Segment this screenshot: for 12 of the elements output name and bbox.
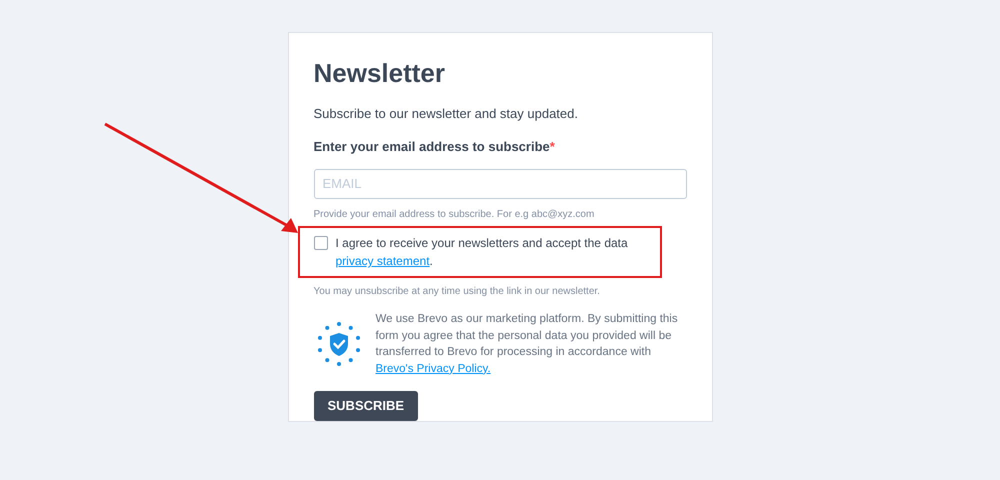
intro-text: Subscribe to our newsletter and stay updated. [314,104,579,123]
email-label: Enter your email address to subscribe* [314,138,556,156]
form-title: Newsletter [314,57,446,90]
unsubscribe-note: You may unsubscribe at any time using the link in our newsletter. [314,285,601,300]
consent-checkbox[interactable] [314,236,328,250]
privacy-statement-link[interactable]: privacy statement [336,254,430,268]
email-field[interactable]: EMAIL [314,168,686,200]
privacy-policy-link[interactable]: Brevo's Privacy Policy. [376,362,491,375]
consent-text: I agree to receive your newsletters and accept the data privacy statement. [336,235,629,270]
platform-note: We use Brevo as our marketing platform. By submitting this form you agree that the personal data you provided will be transferred to Brevo for processing in accordance with Brevo's Privacy Policy. [376,312,679,377]
subscribe-button[interactable]: SUBSCRIBE [314,391,418,421]
email-hint: Provide your email address to subscribe. For e.g abc@xyz.com [314,208,596,222]
